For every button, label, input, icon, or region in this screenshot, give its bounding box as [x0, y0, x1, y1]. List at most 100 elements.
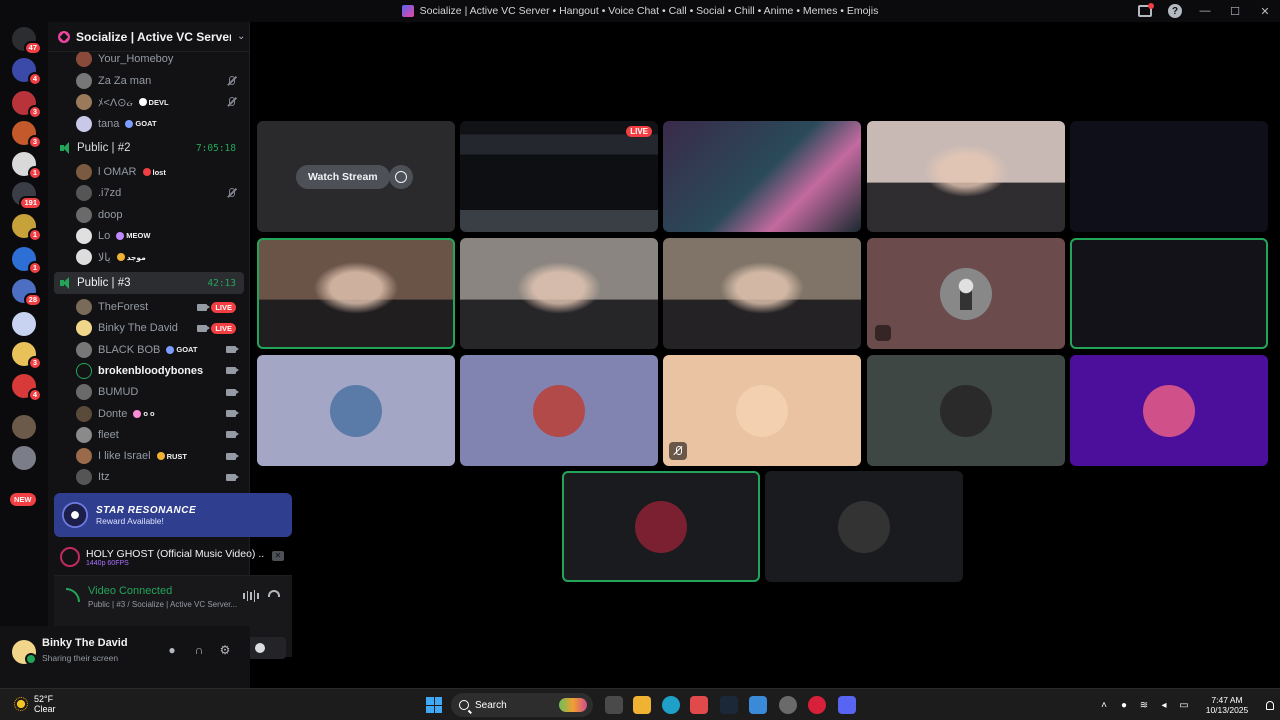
voice-channel[interactable]: Public | #3 42:13 [54, 272, 244, 294]
server-icon-server-3[interactable]: 3 [12, 91, 42, 119]
weather-widget[interactable]: 52°F Clear [14, 694, 56, 714]
voice-user[interactable]: fleet [76, 425, 246, 445]
opera-gx-icon[interactable] [808, 696, 826, 714]
server-badge: 3 [27, 105, 42, 119]
notification-bell-icon[interactable] [1260, 700, 1280, 710]
voice-user[interactable]: TheForest LIVE [76, 297, 246, 317]
microphone-tray-icon[interactable]: ● [1114, 700, 1134, 711]
voice-user[interactable]: Your_Homeboy [76, 52, 246, 69]
video-tile[interactable] [867, 121, 1065, 232]
voice-user[interactable]: ﾒ<Λ⊙ᏽ DEVL [76, 92, 246, 112]
video-tile[interactable] [663, 238, 861, 349]
video-tile[interactable] [460, 238, 658, 349]
new-servers-pill[interactable]: NEW [10, 493, 36, 506]
channel-timer: 7:05:18 [195, 142, 236, 154]
video-tile[interactable] [562, 471, 760, 582]
clock[interactable]: 7:47 AM 10/13/2025 [1194, 695, 1260, 715]
volume-icon[interactable]: ◂ [1154, 700, 1174, 711]
video-tile[interactable]: LIVE [460, 121, 658, 232]
taskbar-search[interactable]: Search [451, 693, 593, 717]
server-icon-server-14[interactable] [12, 446, 36, 470]
voice-user[interactable]: I like Israel RUST [76, 446, 246, 466]
server-icon-server-12[interactable]: 4 [12, 374, 42, 402]
voice-user[interactable]: BUMUD [76, 382, 246, 402]
video-tile[interactable] [257, 355, 455, 466]
voice-channel[interactable]: Public | #2 7:05:18 [54, 137, 244, 159]
video-tile[interactable] [1070, 238, 1268, 349]
add-stream-icon[interactable] [389, 165, 413, 189]
video-tile[interactable] [460, 355, 658, 466]
video-tile[interactable] [867, 355, 1065, 466]
video-tile[interactable] [765, 471, 963, 582]
video-tile[interactable]: Watch Stream [257, 121, 455, 232]
server-icon-server-6[interactable]: 191 [12, 182, 42, 210]
disconnect-icon[interactable] [268, 590, 280, 597]
voice-user[interactable]: Donte o o [76, 404, 246, 424]
now-playing-title: HOLY GHOST (Official Music Video) ... [86, 547, 264, 560]
app-icon[interactable] [690, 696, 708, 714]
server-icon-server-4[interactable]: 3 [12, 121, 42, 149]
video-tile[interactable] [257, 238, 455, 349]
headphones-icon[interactable]: ∩ [190, 641, 208, 659]
minimize-button[interactable]: — [1190, 0, 1220, 22]
server-header[interactable]: Socialize | Active VC Server • Hangout ⌄ [48, 22, 250, 52]
microphone-icon[interactable]: ● [163, 641, 181, 659]
server-icon-server-9[interactable]: 28 [12, 279, 42, 307]
voice-user[interactable]: Lo MEOW [76, 226, 246, 246]
channel-timer: 42:13 [207, 277, 236, 289]
user-tag: DEVL [138, 98, 169, 107]
video-tile[interactable] [1070, 121, 1268, 232]
now-playing[interactable]: HOLY GHOST (Official Music Video) ... 14… [54, 541, 292, 573]
voice-channel[interactable]: Public | #3 / Socialize | Active VC Serv… [88, 600, 238, 609]
avatar [76, 52, 92, 67]
server-icon-socialize[interactable]: 4 [12, 58, 42, 86]
close-button[interactable]: ✕ [1250, 0, 1280, 22]
inbox-button[interactable] [1130, 0, 1160, 22]
voice-user[interactable]: tana GOAT [76, 114, 246, 134]
settings-gear-icon[interactable]: ⚙ [216, 641, 234, 659]
voice-user[interactable]: يالا موجد [76, 247, 246, 267]
voice-user[interactable]: Itz [76, 467, 246, 487]
server-icon-server-13[interactable] [12, 415, 36, 439]
obs-icon[interactable] [779, 696, 797, 714]
maximize-button[interactable]: ☐ [1220, 0, 1250, 22]
video-tile[interactable] [663, 355, 861, 466]
stop-stream-button[interactable]: ✕ [272, 551, 284, 561]
user-status: Sharing their screen [42, 653, 119, 663]
notepad-icon[interactable] [749, 696, 767, 714]
noise-suppression-icon[interactable] [243, 590, 259, 602]
task-view-icon[interactable] [605, 696, 623, 714]
start-button[interactable] [426, 697, 442, 713]
voice-user[interactable]: BLACK BOB GOAT [76, 340, 246, 360]
video-tile[interactable] [663, 121, 861, 232]
server-icon-server-8[interactable]: 1 [12, 247, 42, 275]
user-name: .i7zd [98, 187, 122, 200]
server-icon-server-10[interactable] [12, 312, 36, 336]
avatar[interactable] [12, 640, 37, 665]
voice-user[interactable]: doop [76, 205, 246, 225]
battery-icon[interactable]: ▭ [1174, 700, 1194, 711]
voice-user[interactable]: Za Za man [76, 71, 246, 91]
user-name[interactable]: Binky The David [42, 637, 128, 649]
edge-browser-icon[interactable] [662, 696, 680, 714]
server-icon-server-11[interactable]: 3 [12, 342, 42, 370]
steam-icon[interactable] [720, 696, 738, 714]
video-tile[interactable] [867, 238, 1065, 349]
user-name: Your_Homeboy [98, 53, 174, 65]
video-tile[interactable] [1070, 355, 1268, 466]
voice-user[interactable]: .i7zd [76, 183, 246, 203]
help-button[interactable]: ? [1160, 0, 1190, 22]
watch-stream-button[interactable]: Watch Stream [296, 165, 390, 189]
voice-user[interactable]: brokenbloodybones [76, 361, 246, 381]
server-icon-discord-home[interactable]: 47 [12, 27, 42, 55]
voice-user[interactable]: l OMAR lost [76, 162, 246, 182]
file-explorer-icon[interactable] [633, 696, 651, 714]
discord-icon[interactable] [838, 696, 856, 714]
chevron-up-icon[interactable]: ˄ [1094, 700, 1114, 711]
server-icon-server-5[interactable]: 1 [12, 152, 42, 180]
promo-card[interactable]: STAR RESONANCE Reward Available! [54, 493, 292, 537]
voice-user[interactable]: Binky The David LIVE [76, 318, 246, 338]
tag-icon [133, 409, 142, 418]
wifi-icon[interactable]: ≋ [1134, 700, 1154, 711]
server-icon-server-7[interactable]: 1 [12, 214, 42, 242]
